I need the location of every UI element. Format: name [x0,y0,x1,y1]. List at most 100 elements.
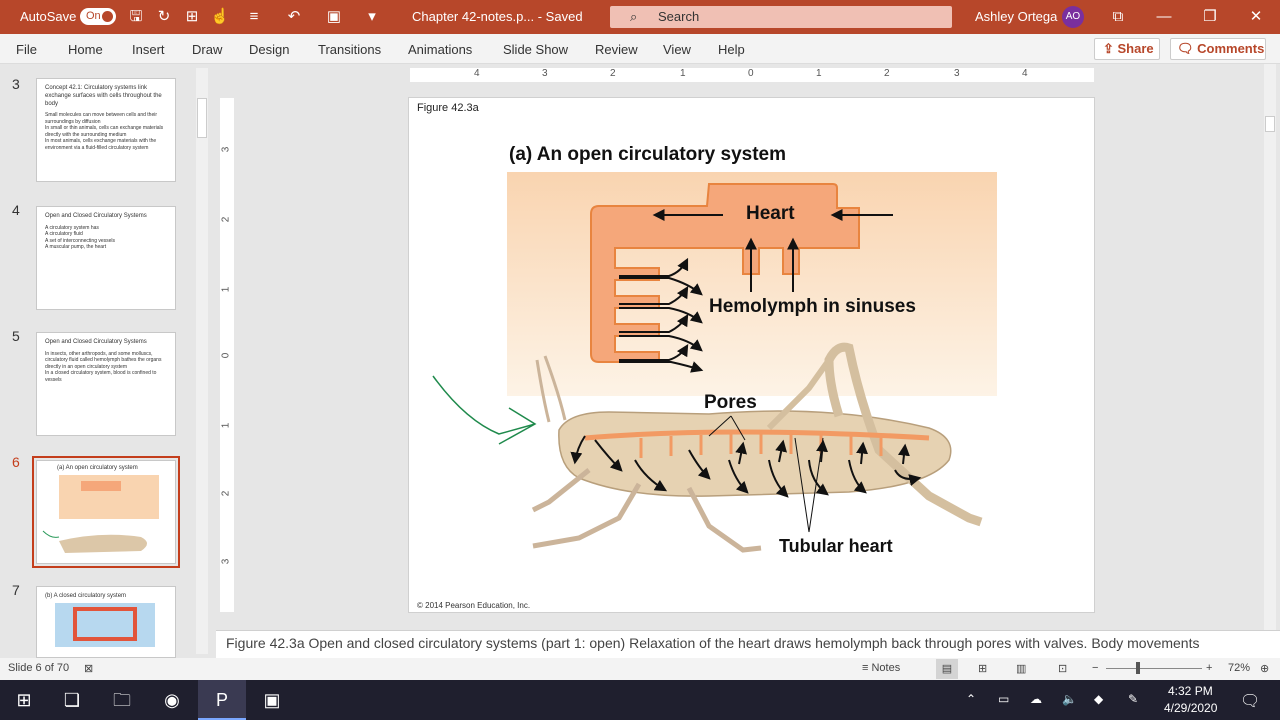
thumb-line: Small molecules can move between cells a… [45,112,157,125]
tab-transitions[interactable]: Transitions [318,42,381,57]
toggle-knob [102,11,113,22]
tab-insert[interactable]: Insert [132,42,165,57]
present-icon[interactable]: ⊞ [182,7,202,27]
share-button[interactable]: ⇪ Share [1094,38,1160,60]
clock-date[interactable]: 4/29/2020 [1164,701,1217,715]
save-icon[interactable]: 🖫 [126,7,146,27]
comments-button[interactable]: 🗨 Comments [1170,38,1266,60]
restore-button[interactable]: ❐ [1198,6,1222,28]
tab-file[interactable]: File [16,42,37,57]
tab-draw[interactable]: Draw [192,42,222,57]
comments-label: Comments [1197,41,1265,56]
user-name[interactable]: Ashley Ortega [975,9,1057,24]
thumb-diagram [55,603,155,647]
thumb-line: In insects, other arthropods, and some m… [45,350,162,370]
ruler-tick: 1 [680,68,686,79]
status-bar: Slide 6 of 70 ⊠ ≡ Notes ▤ ⊞ ▥ ⊡ − + 72% … [0,658,1280,680]
tab-home[interactable]: Home [68,42,103,57]
notes-pane[interactable]: Figure 42.3a Open and closed circulatory… [216,630,1280,658]
accessibility-icon[interactable]: ⊠ [84,662,93,675]
heart-label: Heart [746,203,795,224]
slide-sorter-icon[interactable]: ⊞ [978,662,987,675]
ruler-tick: 1 [220,422,232,429]
start-icon[interactable]: ⊞ [0,680,48,720]
search-input[interactable]: ⌕ Search [610,6,952,28]
autosave-label: AutoSave [20,9,77,24]
autosave-state: On [86,10,101,22]
close-button[interactable]: ✕ [1244,6,1268,28]
slide-thumbnail-5[interactable]: Open and Closed Circulatory Systems In i… [36,332,176,436]
tab-slide-show[interactable]: Slide Show [503,42,568,57]
redo-icon[interactable]: ↻ [154,7,174,27]
tray-chevron-icon[interactable]: ⌃ [966,692,976,706]
share-label: Share [1117,41,1154,56]
zoom-slider[interactable] [1106,668,1202,669]
slideshow-icon[interactable]: ⊡ [1058,662,1067,675]
ruler-tick: 3 [220,146,232,153]
slide-thumbnail-6[interactable]: (a) An open circulatory system [32,456,180,568]
notes-text: Figure 42.3a Open and closed circulatory… [226,635,1200,658]
scroll-thumb[interactable] [1265,116,1275,132]
ruler-tick: 2 [610,68,616,79]
battery-icon[interactable]: ▭ [998,692,1009,706]
customize-icon[interactable]: ▾ [362,7,382,27]
slide-counter: Slide 6 of 70 [8,662,70,674]
circulatory-diagram [432,172,997,553]
task-view-icon[interactable]: ❏ [48,680,96,720]
thumb-title: Concept 42.1: Circulatory systems link e… [45,85,162,107]
dropbox-icon[interactable]: ◆ [1094,692,1103,706]
clock-time[interactable]: 4:32 PM [1168,684,1213,698]
slide-thumbnail-pane: 3 Concept 42.1: Circulatory systems link… [0,64,214,658]
ruler-tick: 1 [816,68,822,79]
thumbnail-scrollbar[interactable] [196,68,208,654]
slide-thumbnail-7[interactable]: (b) A closed circulatory system [36,586,176,658]
tab-view[interactable]: View [663,42,691,57]
normal-view-icon[interactable]: ▤ [936,659,958,679]
scroll-thumb[interactable] [197,98,207,138]
title-bar: AutoSave On 🖫 ↻ ⊞ ☝ ≡ ↶ ▣ ▾ Chapter 42-n… [0,0,1280,34]
slide-number: 6 [12,454,20,470]
document-title[interactable]: Chapter 42-notes.p... - Saved [412,9,583,24]
zoom-slider-thumb[interactable] [1136,662,1140,674]
zoom-level[interactable]: 72% [1228,662,1250,674]
tab-animations[interactable]: Animations [408,42,472,57]
layout-icon[interactable]: ▣ [324,7,344,27]
file-explorer-icon[interactable]: 🗀 [98,680,146,720]
volume-icon[interactable]: 🔈 [1062,692,1077,706]
tab-design[interactable]: Design [249,42,289,57]
share-icon: ⇪ [1103,41,1118,56]
zoom-in-icon[interactable]: + [1206,662,1212,674]
horizontal-ruler: 4 3 2 1 0 1 2 3 4 [410,68,1094,82]
notification-icon[interactable]: 🗨 [1240,691,1260,711]
powerpoint-icon[interactable]: P [198,680,246,720]
notes-toggle[interactable]: ≡ Notes [862,662,900,674]
fit-to-window-icon[interactable]: ⊕ [1260,662,1269,675]
thumb-line: In small or thin animals, cells can exch… [45,125,164,138]
recorder-icon[interactable]: ▣ [248,680,296,720]
thumb-diagram [42,475,159,553]
chrome-icon[interactable]: ◉ [148,680,196,720]
pores-label: Pores [704,392,757,413]
undo-icon[interactable]: ↶ [284,7,304,27]
canvas-scrollbar[interactable] [1264,64,1276,630]
zoom-out-icon[interactable]: − [1092,662,1098,674]
autosave-toggle[interactable]: On [80,8,116,25]
thumb-line: In a closed circulatory system, blood is… [45,370,157,383]
search-icon: ⌕ [630,9,638,24]
format-icon[interactable]: ≡ [244,7,264,27]
touch-mode-icon[interactable]: ☝ [210,7,230,27]
reading-view-icon[interactable]: ▥ [1016,662,1026,675]
minimize-button[interactable]: — [1152,6,1176,28]
current-slide[interactable]: Figure 42.3a (a) An open circulatory sys… [408,97,1095,613]
cloud-icon[interactable]: ☁ [1030,692,1042,706]
thumb-title: (b) A closed circulatory system [45,593,127,599]
tab-review[interactable]: Review [595,42,638,57]
slide-thumbnail-4[interactable]: Open and Closed Circulatory Systems A ci… [36,206,176,310]
pen-icon[interactable]: ✎ [1128,692,1138,706]
tab-help[interactable]: Help [718,42,745,57]
ruler-tick: 3 [542,68,548,79]
ruler-tick: 3 [220,558,232,565]
slide-thumbnail-3[interactable]: Concept 42.1: Circulatory systems link e… [36,78,176,182]
ribbon-display-icon[interactable]: ⧉ [1106,6,1130,28]
avatar[interactable]: AO [1062,6,1084,28]
